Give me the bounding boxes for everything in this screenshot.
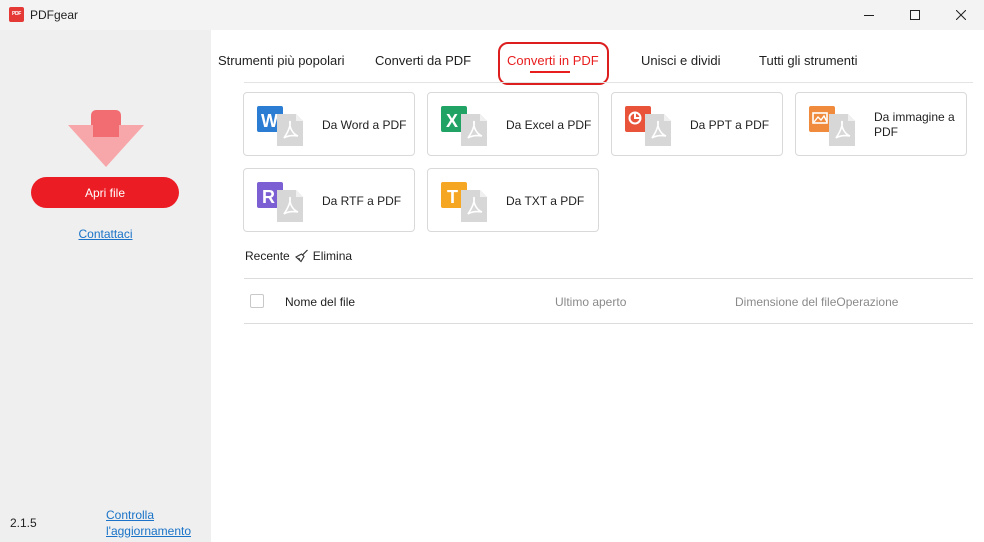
main-content: Strumenti più popolari Converti da PDF C… [211,30,984,542]
check-update-line2: l'aggiornamento [106,524,192,538]
tool-card-word-to-pdf[interactable]: W Da Word a PDF [243,92,415,156]
tab-merge-split[interactable]: Unisci e dividi [641,53,720,68]
excel-to-pdf-icon: X [441,106,487,146]
close-button[interactable] [938,0,984,30]
txt-to-pdf-icon: T [441,182,487,222]
ppt-to-pdf-icon [625,106,671,146]
tab-convert-from-pdf[interactable]: Converti da PDF [375,53,471,68]
version-label: 2.1.5 [10,516,37,530]
tool-card-image-to-pdf[interactable]: Da immagine a PDF [795,92,967,156]
tool-label: Da PPT a PDF [690,118,770,132]
maximize-icon [910,10,920,20]
tool-card-txt-to-pdf[interactable]: T Da TXT a PDF [427,168,599,232]
tool-card-excel-to-pdf[interactable]: X Da Excel a PDF [427,92,599,156]
tool-card-rtf-to-pdf[interactable]: R Da RTF a PDF [243,168,415,232]
tool-label: Da Word a PDF [322,118,407,132]
tool-label-line2: PDF [874,125,898,139]
svg-text:R: R [262,187,275,207]
tool-label-line1: Da immagine a [874,110,955,124]
tabs-divider [244,82,973,83]
word-to-pdf-icon: W [257,106,303,146]
svg-text:T: T [447,187,458,207]
tool-card-ppt-to-pdf[interactable]: Da PPT a PDF [611,92,783,156]
table-header-divider [244,323,973,324]
app-logo-icon: PDF [9,7,24,22]
check-update-link[interactable]: Controlla l'aggiornamento [106,507,191,539]
tool-label: Da immagine a PDF [874,110,955,140]
open-file-button[interactable]: Apri file [31,177,179,208]
tool-label: Da TXT a PDF [506,194,585,208]
title-bar: PDF PDFgear [0,0,984,30]
image-to-pdf-icon [809,106,855,146]
select-all-checkbox[interactable] [250,294,264,308]
table-top-divider [244,278,973,279]
close-icon [956,10,966,20]
column-size-operation[interactable]: Dimensione del fileOperazione [735,295,898,309]
tool-label: Da Excel a PDF [506,118,592,132]
tool-label: Da RTF a PDF [322,194,402,208]
clear-recent-button[interactable]: Elimina [294,249,353,263]
column-last-opened[interactable]: Ultimo aperto [555,295,626,309]
minimize-button[interactable] [846,0,892,30]
recent-header: Recente Elimina [245,248,352,264]
rtf-to-pdf-icon: R [257,182,303,222]
active-tab-highlight [498,42,609,85]
column-file-name[interactable]: Nome del file [285,295,355,309]
clear-recent-label: Elimina [312,249,353,263]
svg-text:W: W [261,111,278,131]
contact-link[interactable]: Contattaci [0,227,211,241]
svg-text:X: X [446,111,458,131]
sidebar: Apri file Contattaci 2.1.5 Controlla l'a… [0,30,211,542]
download-arrow-icon [68,110,144,167]
app-title: PDFgear [30,8,79,22]
tab-most-popular[interactable]: Strumenti più popolari [218,53,344,68]
broom-icon [294,249,308,263]
check-update-line1: Controlla [106,508,155,522]
tab-all-tools[interactable]: Tutti gli strumenti [759,53,858,68]
minimize-icon [864,15,874,16]
maximize-button[interactable] [892,0,938,30]
recent-label: Recente [245,249,290,263]
